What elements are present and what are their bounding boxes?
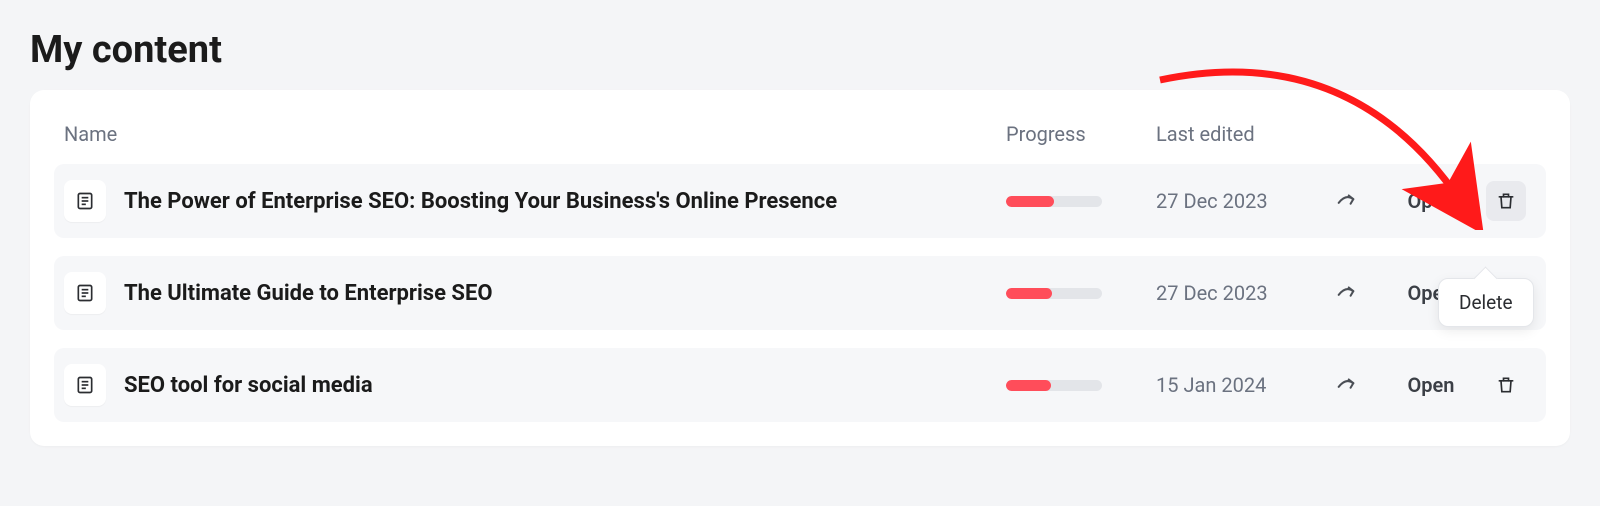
row-title[interactable]: SEO tool for social media	[124, 373, 373, 398]
share-button[interactable]	[1326, 273, 1366, 313]
row-title[interactable]: The Ultimate Guide to Enterprise SEO	[124, 281, 493, 306]
share-button[interactable]	[1326, 365, 1366, 405]
delete-tooltip: Delete	[1438, 278, 1534, 327]
page-title: My content	[30, 28, 1570, 72]
table-header: Name Progress Last edited	[54, 108, 1546, 164]
last-edited: 15 Jan 2024	[1156, 373, 1266, 397]
last-edited: 27 Dec 2023	[1156, 189, 1268, 213]
header-progress: Progress	[1006, 122, 1156, 146]
delete-button[interactable]	[1486, 365, 1526, 405]
share-button[interactable]	[1326, 181, 1366, 221]
document-icon	[64, 272, 106, 314]
document-icon	[64, 364, 106, 406]
header-name: Name	[64, 122, 1006, 146]
open-button[interactable]: Open	[1408, 189, 1455, 213]
last-edited: 27 Dec 2023	[1156, 281, 1268, 305]
progress-bar	[1006, 380, 1102, 391]
row-title[interactable]: The Power of Enterprise SEO: Boosting Yo…	[124, 189, 837, 214]
content-card: Name Progress Last edited The Power of E…	[30, 90, 1570, 446]
progress-bar	[1006, 196, 1102, 207]
progress-bar	[1006, 288, 1102, 299]
document-icon	[64, 180, 106, 222]
header-edited: Last edited	[1156, 122, 1326, 146]
open-button[interactable]: Open	[1408, 373, 1455, 397]
table-row: SEO tool for social media 15 Jan 2024 Open	[54, 348, 1546, 422]
delete-button[interactable]	[1486, 181, 1526, 221]
table-row: The Power of Enterprise SEO: Boosting Yo…	[54, 164, 1546, 238]
table-row: The Ultimate Guide to Enterprise SEO 27 D…	[54, 256, 1546, 330]
